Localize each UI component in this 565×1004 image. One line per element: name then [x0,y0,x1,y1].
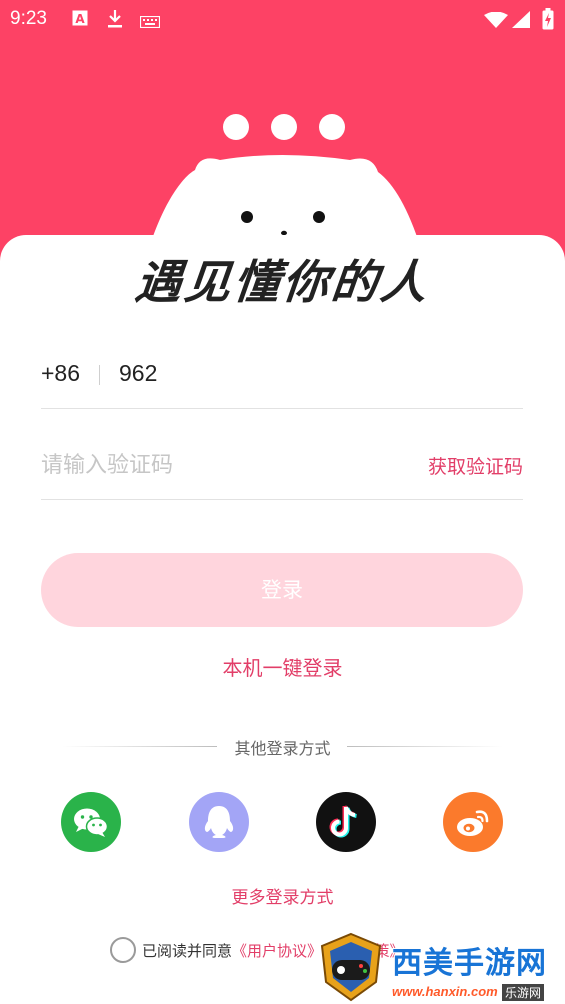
more-login-label[interactable]: 更多登录方式 [232,888,334,908]
weibo-icon [457,810,489,836]
keyboard-icon [139,13,161,32]
qq-login-button[interactable] [189,792,249,852]
watermark-text: 西美手游网 [392,946,547,981]
other-login-label: 其他登录方式 [234,739,331,758]
more-login-link: 更多登录方式 [0,883,565,908]
login-button[interactable]: 登录 [41,553,523,627]
country-code[interactable]: +86 [41,360,80,387]
tiktok-login-button[interactable] [316,792,376,852]
decor-dot [319,114,345,140]
wechat-login-button[interactable] [61,792,121,852]
wechat-icon [74,808,109,837]
user-agreement-link[interactable]: 《用户协议》 [232,942,322,960]
weibo-login-button[interactable] [443,792,503,852]
battery-charging-icon [542,8,554,34]
one-key-login-label[interactable]: 本机一键登录 [223,656,343,680]
one-key-login-link: 本机一键登录 [0,652,565,681]
status-time: 9:23 [10,8,47,29]
qq-icon [204,806,234,838]
watermark-sub: 乐游网 [502,984,545,1001]
decor-dot [271,114,297,140]
svg-text:A: A [75,12,85,26]
get-code-button[interactable]: 获取验证码 [428,452,523,479]
page-title: 遇见懂你的人 [132,255,433,309]
app-badge-icon: A [72,10,88,30]
verification-code-row: 获取验证码 [41,440,523,500]
watermark-shield-icon [320,932,382,1002]
verification-code-input[interactable] [41,448,371,482]
phone-input[interactable]: 962 [119,360,157,387]
tiktok-icon [329,805,357,838]
status-bar: 9:23 A [0,0,565,40]
signal-icon [512,11,530,32]
decor-dot [223,114,249,140]
field-divider [99,365,100,385]
watermark-url: www.hanxin.com [392,984,498,999]
download-icon [107,10,123,32]
agree-checkbox[interactable] [110,937,136,963]
wifi-icon [484,11,508,32]
phone-input-row[interactable]: +86 962 [41,350,523,409]
